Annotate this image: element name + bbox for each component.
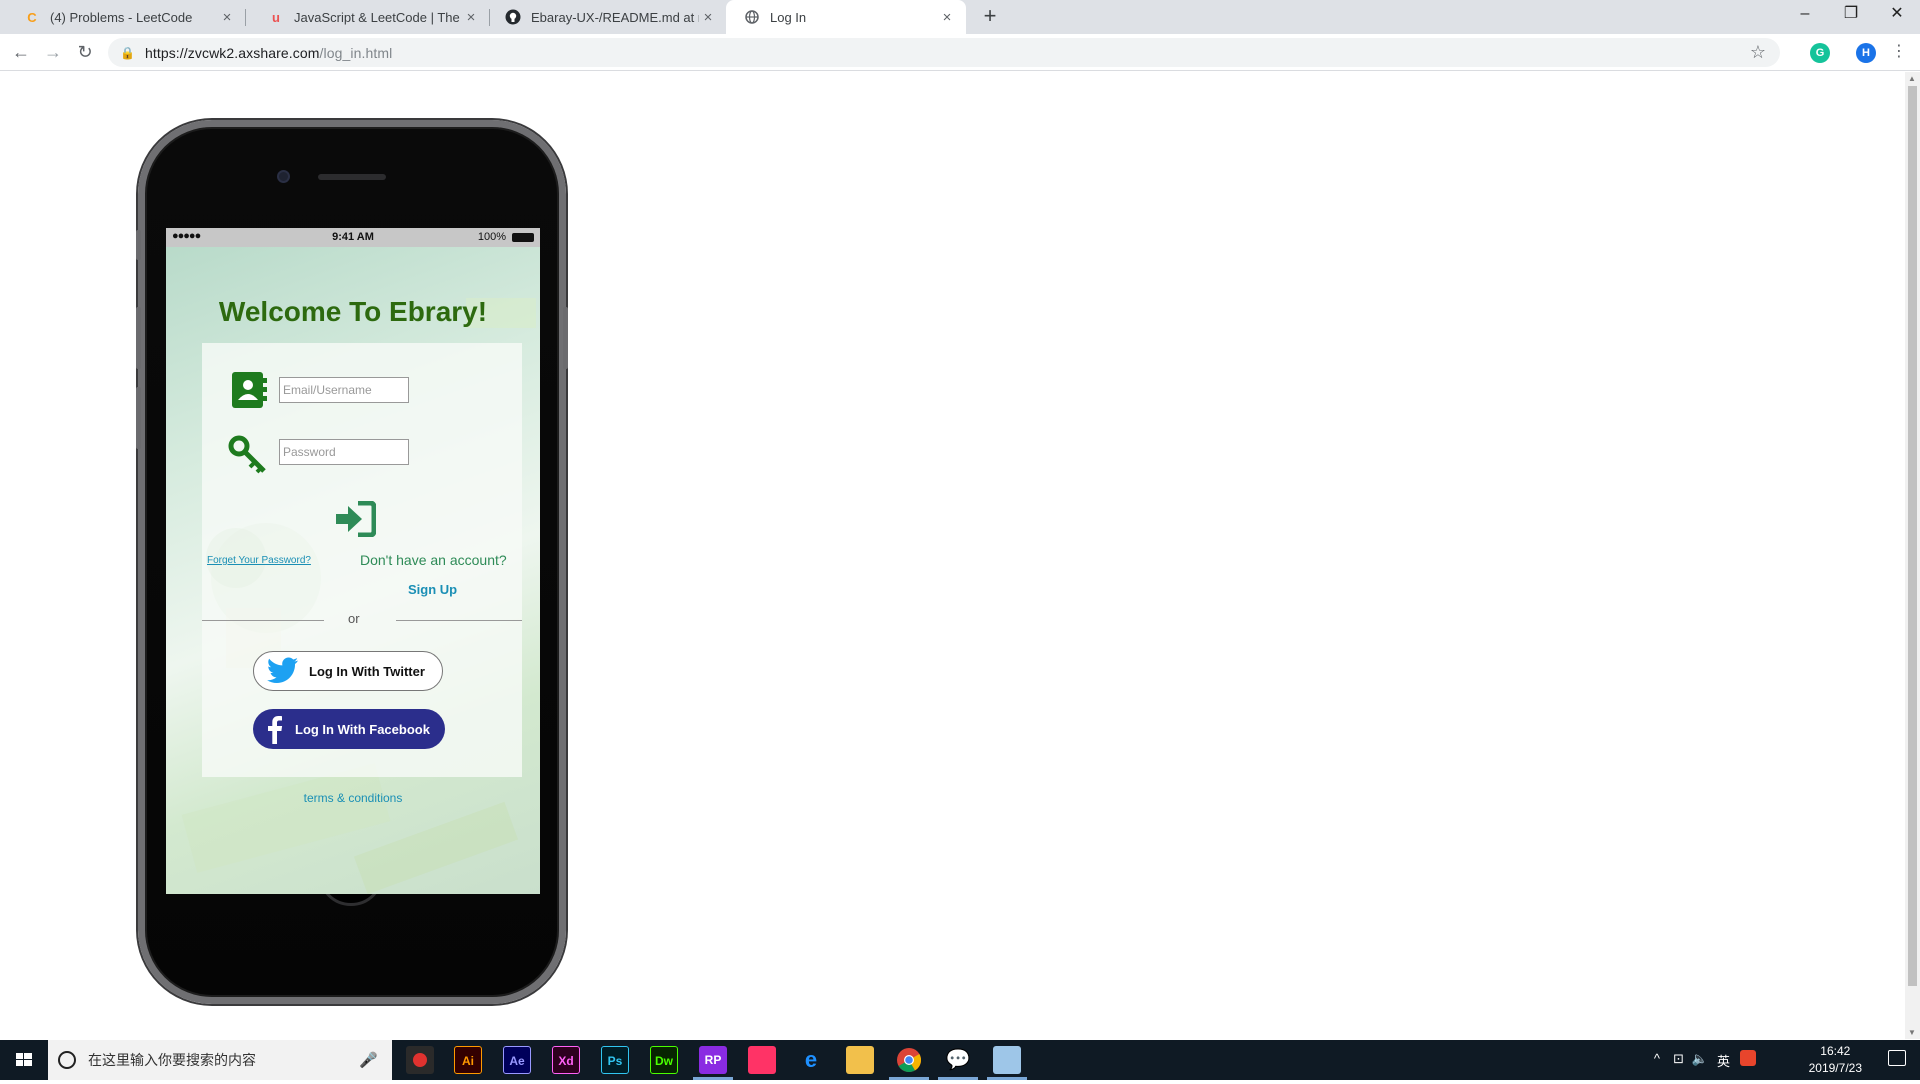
address-bar[interactable]: 🔒 https://zvcwk2.axshare.com/log_in.html… xyxy=(108,38,1780,67)
tab-title: Ebaray-UX-/README.md at m xyxy=(531,9,699,25)
edge-app-icon[interactable]: e xyxy=(797,1046,825,1074)
clock-time: 16:42 xyxy=(1820,1044,1851,1058)
sign-in-button[interactable] xyxy=(334,500,377,540)
xd-app-icon[interactable]: Xd xyxy=(552,1046,580,1074)
illustrator-app-icon[interactable]: Ai xyxy=(454,1046,482,1074)
battery-percent: 100% xyxy=(477,231,506,243)
url-path: /log_in.html xyxy=(319,44,393,61)
phone-side-button xyxy=(563,307,568,369)
leetcode-icon: C xyxy=(27,9,37,25)
scroll-thumb[interactable] xyxy=(1908,86,1917,986)
grammarly-icon[interactable]: G xyxy=(1810,43,1830,63)
microphone-icon[interactable]: 🎤 xyxy=(359,1051,378,1069)
axure-app-icon[interactable]: RP xyxy=(699,1046,727,1074)
action-center-icon[interactable] xyxy=(1888,1050,1906,1066)
windows-icon xyxy=(16,1053,32,1066)
taskbar-search[interactable]: 在这里输入你要搜索的内容 🎤 xyxy=(48,1040,392,1080)
lock-icon: 🔒 xyxy=(120,45,135,60)
password-field[interactable] xyxy=(279,439,409,465)
minimize-button[interactable]: – xyxy=(1782,0,1828,30)
tab-github[interactable]: Ebaray-UX-/README.md at m × xyxy=(487,0,727,34)
phone-side-button xyxy=(136,307,141,369)
tab-title: (4) Problems - LeetCode xyxy=(50,9,193,25)
twitter-button-label: Log In With Twitter xyxy=(309,663,425,679)
tray-chevron-icon[interactable]: ^ xyxy=(1654,1051,1660,1066)
browser-toolbar: ← → ↻ 🔒 https://zvcwk2.axshare.com/log_i… xyxy=(0,34,1920,71)
scrollbar[interactable]: ▲ ▼ xyxy=(1905,72,1920,1039)
page-viewport: ●●●●● 9:41 AM 100% Welcome To Ebrary! Em… xyxy=(0,72,1905,1039)
tab-title: Log In xyxy=(770,9,807,25)
phone-screen: ●●●●● 9:41 AM 100% Welcome To Ebrary! Em… xyxy=(166,228,540,894)
pinned-app-icon[interactable] xyxy=(748,1046,776,1074)
clock[interactable]: 16:42 2019/7/23 xyxy=(1809,1043,1862,1077)
network-icon[interactable]: ⊡ xyxy=(1673,1051,1684,1067)
facebook-button-label: Log In With Facebook xyxy=(295,721,430,737)
globe-icon xyxy=(744,9,760,25)
tab-log-in[interactable]: Log In × xyxy=(726,0,966,34)
or-separator: or xyxy=(348,611,360,626)
twitter-icon xyxy=(267,657,298,683)
profile-avatar[interactable]: H xyxy=(1856,43,1876,63)
taskbar: 在这里输入你要搜索的内容 🎤 Ai Ae Xd Ps Dw RP e 💬 ^ ⊡… xyxy=(0,1040,1920,1080)
divider xyxy=(396,620,522,621)
start-button[interactable] xyxy=(0,1040,48,1080)
close-icon[interactable]: × xyxy=(938,9,956,26)
welcome-heading: Welcome To Ebrary! xyxy=(218,296,488,327)
chrome-app-icon[interactable] xyxy=(895,1046,923,1074)
notepad-app-icon[interactable] xyxy=(993,1046,1021,1074)
volume-icon[interactable]: 🔈 xyxy=(1692,1051,1708,1067)
close-icon[interactable]: × xyxy=(462,9,480,26)
reload-button[interactable]: ↻ xyxy=(72,39,98,65)
forward-button[interactable]: → xyxy=(40,39,66,65)
tab-title: JavaScript & LeetCode | The U xyxy=(294,9,462,25)
close-icon[interactable]: × xyxy=(218,9,236,26)
terms-link[interactable]: terms & conditions xyxy=(166,791,540,805)
sogou-icon[interactable] xyxy=(1740,1050,1756,1066)
url-domain: https://zvcwk2.axshare.com xyxy=(144,44,320,61)
cortana-icon xyxy=(58,1051,76,1069)
new-tab-button[interactable]: + xyxy=(977,5,1003,29)
menu-icon[interactable]: ⋮ xyxy=(1886,39,1912,65)
input-method-indicator[interactable]: 英 xyxy=(1717,1051,1730,1070)
contact-card-icon xyxy=(230,371,268,412)
bookmark-star-icon[interactable]: ☆ xyxy=(1750,42,1766,63)
facebook-login-button[interactable]: Log In With Facebook xyxy=(253,709,445,749)
file-explorer-icon[interactable] xyxy=(846,1046,874,1074)
github-icon xyxy=(505,9,521,25)
phone-camera xyxy=(277,170,290,183)
sign-in-arrow-icon xyxy=(336,500,377,538)
phone-side-button xyxy=(136,387,141,449)
search-placeholder: 在这里输入你要搜索的内容 xyxy=(88,1052,256,1068)
login-card: Forget Your Password? Don't have an acco… xyxy=(202,343,522,777)
wechat-app-icon[interactable]: 💬 xyxy=(944,1046,972,1074)
battery-icon xyxy=(512,233,534,242)
tab-strip: C (4) Problems - LeetCode × u JavaScript… xyxy=(0,0,1920,34)
dreamweaver-app-icon[interactable]: Dw xyxy=(650,1046,678,1074)
tab-leetcode[interactable]: C (4) Problems - LeetCode × xyxy=(6,0,246,34)
phone-speaker xyxy=(318,174,386,180)
phone-side-button xyxy=(136,230,141,260)
email-field[interactable] xyxy=(279,377,409,403)
close-window-button[interactable]: ✕ xyxy=(1874,0,1920,30)
url-text: https://zvcwk2.axshare.com/log_in.html xyxy=(145,45,392,61)
tab-udemy[interactable]: u JavaScript & LeetCode | The U × xyxy=(250,0,490,34)
status-bar: ●●●●● 9:41 AM 100% xyxy=(166,228,540,247)
back-button[interactable]: ← xyxy=(8,39,34,65)
recorder-app-icon[interactable] xyxy=(406,1046,434,1074)
key-icon xyxy=(228,435,268,478)
after-effects-app-icon[interactable]: Ae xyxy=(503,1046,531,1074)
close-icon[interactable]: × xyxy=(699,9,717,26)
restore-button[interactable]: ❐ xyxy=(1828,0,1874,30)
scroll-down-icon[interactable]: ▼ xyxy=(1908,1028,1916,1037)
clock-date: 2019/7/23 xyxy=(1808,1061,1862,1075)
photoshop-app-icon[interactable]: Ps xyxy=(601,1046,629,1074)
twitter-login-button[interactable]: Log In With Twitter xyxy=(253,651,443,691)
scroll-up-icon[interactable]: ▲ xyxy=(1908,74,1916,83)
forgot-password-link[interactable]: Forget Your Password? xyxy=(207,555,311,566)
no-account-text: Don't have an account? xyxy=(360,552,507,568)
facebook-icon xyxy=(268,716,283,744)
divider xyxy=(202,620,324,621)
udemy-icon: u xyxy=(272,9,280,25)
sign-up-link[interactable]: Sign Up xyxy=(408,582,457,597)
